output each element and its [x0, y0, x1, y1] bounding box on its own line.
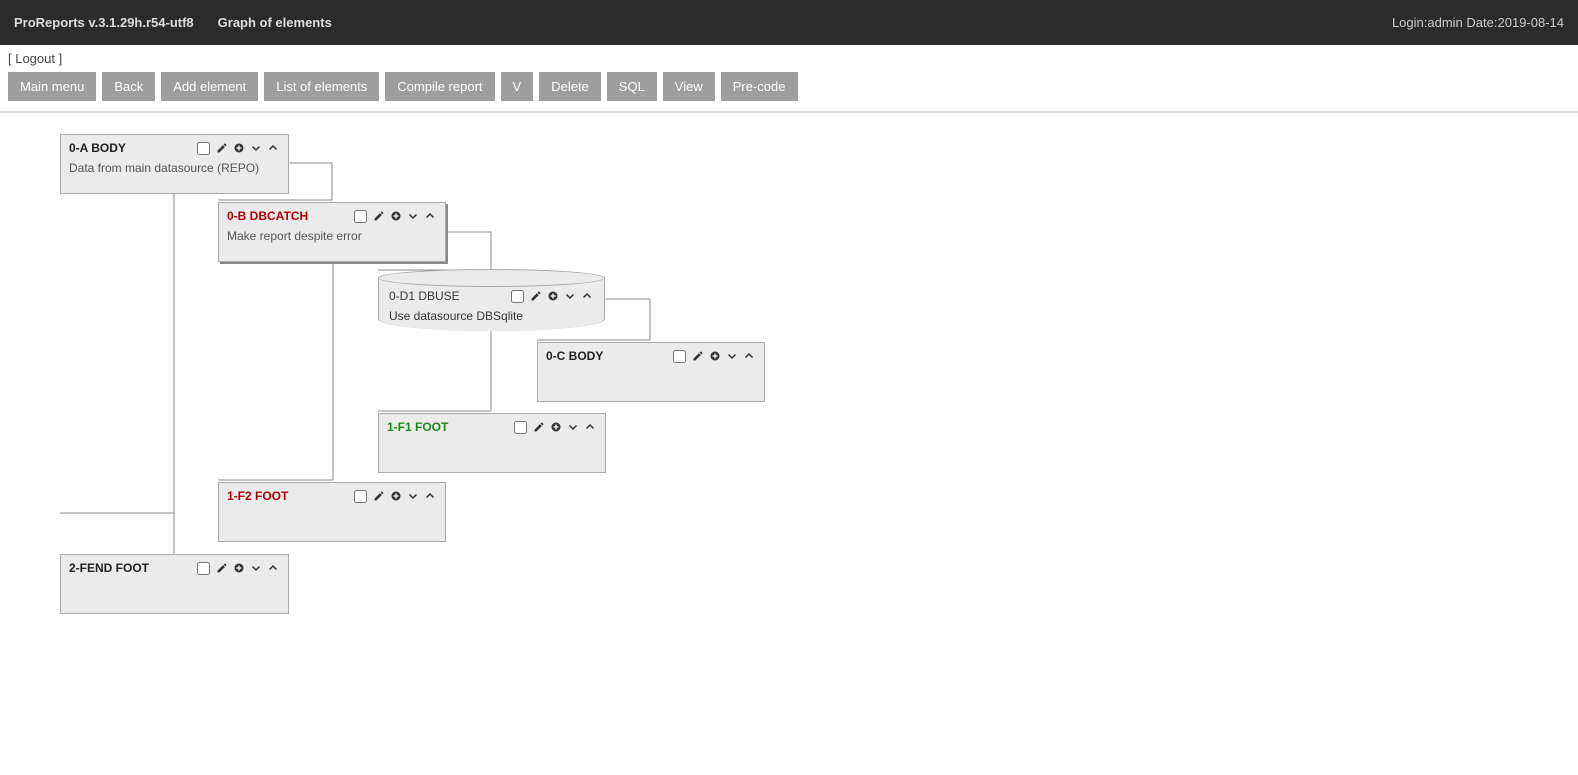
node-controls [354, 489, 437, 503]
view-button[interactable]: View [663, 72, 715, 101]
add-icon[interactable] [708, 349, 722, 363]
v-button[interactable]: V [501, 72, 534, 101]
node-label: 2-FEND FOOT [69, 561, 149, 575]
up-icon[interactable] [423, 489, 437, 503]
node-desc: Data from main datasource (REPO) [69, 161, 280, 175]
edit-icon[interactable] [529, 289, 543, 303]
edit-icon[interactable] [532, 420, 546, 434]
node-controls [354, 209, 437, 223]
select-checkbox[interactable] [197, 142, 210, 155]
login-label: Login: [1392, 15, 1427, 30]
select-checkbox[interactable] [673, 350, 686, 363]
page-title: Graph of elements [218, 15, 332, 30]
select-checkbox[interactable] [197, 562, 210, 575]
add-icon[interactable] [389, 209, 403, 223]
down-icon[interactable] [406, 489, 420, 503]
node-controls [197, 141, 280, 155]
node-label: 1-F1 FOOT [387, 420, 448, 434]
node-1f2-foot[interactable]: 1-F2 FOOT [218, 482, 446, 542]
node-1f1-foot[interactable]: 1-F1 FOOT [378, 413, 606, 473]
date-label: Date: [1466, 15, 1497, 30]
select-checkbox[interactable] [354, 210, 367, 223]
up-icon[interactable] [266, 141, 280, 155]
up-icon[interactable] [583, 420, 597, 434]
add-icon[interactable] [549, 420, 563, 434]
add-element-button[interactable]: Add element [161, 72, 258, 101]
node-controls [673, 349, 756, 363]
down-icon[interactable] [563, 289, 577, 303]
node-controls [514, 420, 597, 434]
up-icon[interactable] [742, 349, 756, 363]
edit-icon[interactable] [372, 209, 386, 223]
edit-icon[interactable] [215, 141, 229, 155]
add-icon[interactable] [232, 141, 246, 155]
topbar: ProReports v.3.1.29h.r54-utf8 Graph of e… [0, 0, 1578, 45]
up-icon[interactable] [423, 209, 437, 223]
list-elements-button[interactable]: List of elements [264, 72, 379, 101]
compile-report-button[interactable]: Compile report [385, 72, 494, 101]
node-0a-body[interactable]: 0-A BODY Data from main datasource (REPO… [60, 134, 289, 194]
precode-button[interactable]: Pre-code [721, 72, 798, 101]
node-desc: Use datasource DBSqlite [389, 309, 594, 323]
down-icon[interactable] [406, 209, 420, 223]
node-0c-body[interactable]: 0-C BODY [537, 342, 765, 402]
down-icon[interactable] [725, 349, 739, 363]
up-icon[interactable] [580, 289, 594, 303]
node-label: 0-D1 DBUSE [389, 289, 460, 303]
graph-canvas: 0-A BODY Data from main datasource (REPO… [0, 113, 1578, 753]
node-label: 0-B DBCATCH [227, 209, 308, 223]
node-controls [197, 561, 280, 575]
node-label: 1-F2 FOOT [227, 489, 288, 503]
toolbar: Main menu Back Add element List of eleme… [0, 72, 1578, 113]
edit-icon[interactable] [372, 489, 386, 503]
sql-button[interactable]: SQL [607, 72, 657, 101]
node-label: 0-C BODY [546, 349, 603, 363]
edit-icon[interactable] [215, 561, 229, 575]
app-title: ProReports v.3.1.29h.r54-utf8 [14, 15, 194, 30]
cylinder-top [378, 269, 605, 287]
node-label: 0-A BODY [69, 141, 126, 155]
add-icon[interactable] [546, 289, 560, 303]
down-icon[interactable] [249, 141, 263, 155]
main-menu-button[interactable]: Main menu [8, 72, 96, 101]
node-controls [511, 289, 594, 303]
logout-link[interactable]: [ Logout ] [0, 45, 1578, 72]
date-value: 2019-08-14 [1498, 15, 1565, 30]
topbar-left: ProReports v.3.1.29h.r54-utf8 Graph of e… [14, 15, 332, 30]
down-icon[interactable] [249, 561, 263, 575]
select-checkbox[interactable] [354, 490, 367, 503]
edit-icon[interactable] [691, 349, 705, 363]
node-0d1-dbuse[interactable]: 0-D1 DBUSE Use datasource DBSqlite [378, 277, 605, 331]
add-icon[interactable] [232, 561, 246, 575]
select-checkbox[interactable] [514, 421, 527, 434]
login-user: admin [1427, 15, 1462, 30]
back-button[interactable]: Back [102, 72, 155, 101]
add-icon[interactable] [389, 489, 403, 503]
topbar-right: Login:admin Date:2019-08-14 [1392, 15, 1564, 30]
node-2fend-foot[interactable]: 2-FEND FOOT [60, 554, 289, 614]
up-icon[interactable] [266, 561, 280, 575]
down-icon[interactable] [566, 420, 580, 434]
select-checkbox[interactable] [511, 290, 524, 303]
delete-button[interactable]: Delete [539, 72, 601, 101]
node-0b-dbcatch[interactable]: 0-B DBCATCH Make report despite error [218, 202, 446, 262]
node-desc: Make report despite error [227, 229, 437, 243]
